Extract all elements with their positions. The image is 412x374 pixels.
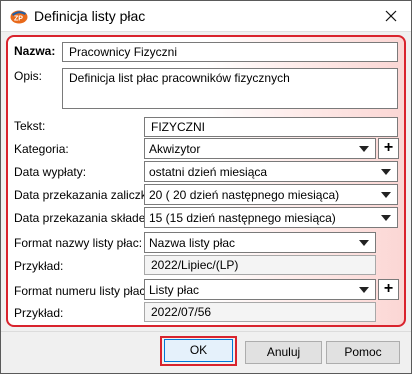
close-icon[interactable]	[381, 6, 401, 26]
help-button[interactable]: Pomoc	[326, 341, 400, 364]
chevron-down-icon	[359, 287, 369, 293]
title-bar: ZP Definicja listy płac	[1, 1, 411, 32]
tax-advance-date-label: Data przekazania zaliczki:	[14, 188, 153, 202]
name-format-select[interactable]: Nazwa listy płac	[144, 232, 376, 253]
payout-date-value: ostatni dzień miesiąca	[149, 165, 268, 179]
text-input[interactable]: FIZYCZNI	[144, 117, 398, 137]
add-number-format-button[interactable]: +	[378, 279, 399, 300]
name-format-value: Nazwa listy płac	[149, 236, 236, 250]
chevron-down-icon	[359, 240, 369, 246]
payout-date-select[interactable]: ostatni dzień miesiąca	[144, 161, 398, 182]
name-example-label: Przykład:	[14, 259, 64, 273]
app-logo-icon: ZP	[10, 10, 28, 24]
payout-date-label: Data wypłaty:	[14, 165, 87, 179]
category-label: Kategoria:	[14, 142, 69, 156]
contribution-date-value: 15 (15 dzień następnego miesiąca)	[149, 211, 336, 225]
description-label: Opis:	[14, 69, 43, 83]
number-format-label: Format numeru listy płac:	[14, 284, 149, 298]
chevron-down-icon	[381, 215, 391, 221]
name-input[interactable]: Pracownicy Fizyczni	[62, 42, 398, 62]
name-label: Nazwa:	[14, 44, 56, 58]
tax-advance-date-select[interactable]: 20 ( 20 dzień następnego miesiąca)	[144, 184, 398, 205]
number-example-value: 2022/07/56	[144, 302, 376, 322]
description-input[interactable]: Definicja list płac pracowników fizyczny…	[62, 68, 398, 109]
dialog-window: ZP Definicja listy płac Nazwa: Pracownic…	[0, 0, 412, 374]
tax-advance-date-value: 20 ( 20 dzień następnego miesiąca)	[149, 188, 340, 202]
category-select[interactable]: Akwizytor	[144, 138, 376, 159]
contribution-date-select[interactable]: 15 (15 dzień następnego miesiąca)	[144, 207, 398, 228]
window-title: Definicja listy płac	[34, 8, 146, 24]
svg-text:ZP: ZP	[14, 16, 23, 23]
number-example-label: Przykład:	[14, 306, 64, 320]
add-category-button[interactable]: +	[378, 138, 399, 159]
cancel-button[interactable]: Anuluj	[245, 341, 322, 364]
chevron-down-icon	[381, 169, 391, 175]
ok-button[interactable]: OK	[164, 339, 233, 362]
category-value: Akwizytor	[149, 142, 201, 156]
number-format-select[interactable]: Listy płac	[144, 279, 376, 300]
contribution-date-label: Data przekazania składek:	[14, 211, 155, 225]
text-label: Tekst:	[14, 119, 46, 133]
name-format-label: Format nazwy listy płac:	[14, 236, 143, 250]
name-example-value: 2022/Lipiec/(LP)	[144, 255, 376, 275]
number-format-value: Listy płac	[149, 283, 200, 297]
chevron-down-icon	[359, 146, 369, 152]
chevron-down-icon	[381, 192, 391, 198]
